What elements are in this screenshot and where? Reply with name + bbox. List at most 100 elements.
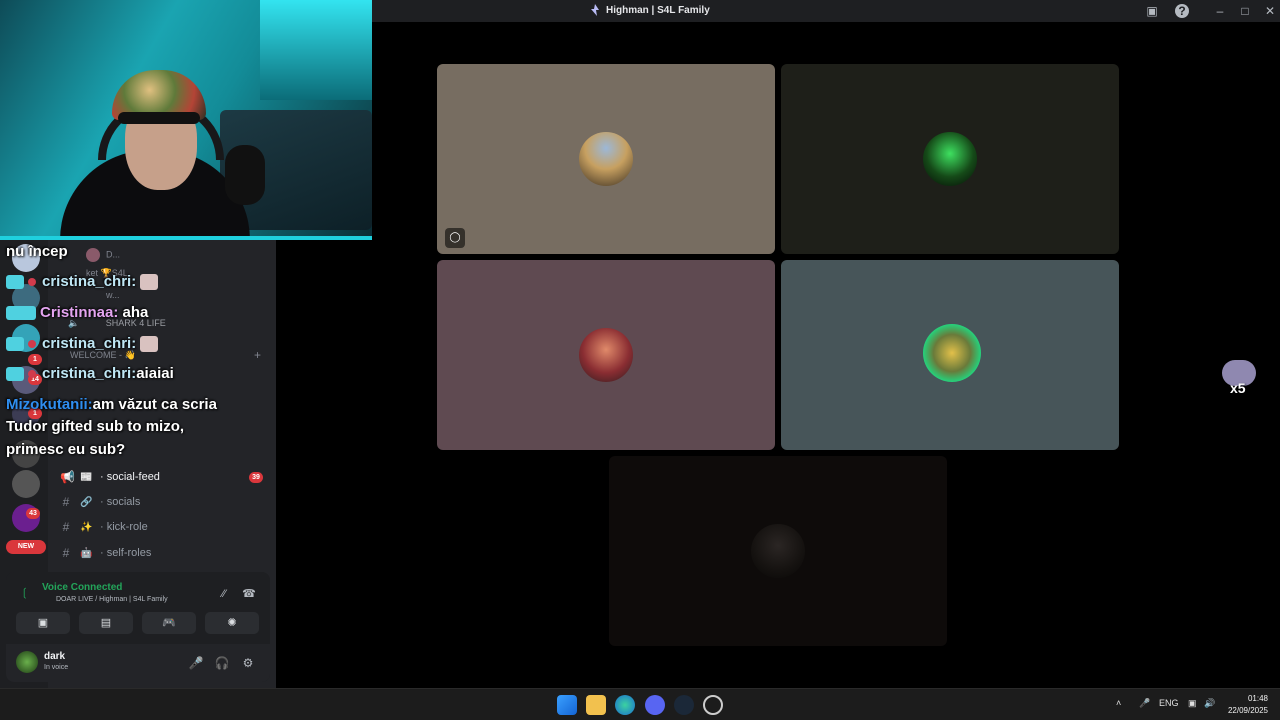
user-status: In voice <box>44 664 69 671</box>
camera-off-icon: ▣ <box>37 617 49 629</box>
voice-location[interactable]: DOAR LIVE / Highman | S4L Family <box>56 596 168 603</box>
server-logo-icon <box>591 4 599 16</box>
participant-avatar <box>923 324 981 382</box>
chat-text: am văzut ca scria <box>92 396 217 413</box>
taskbar: ˄ 🎤 ENG ▣ 🔊 01:48 22/09/2025 <box>0 688 1280 720</box>
subscriber-badge-icon <box>6 275 24 290</box>
voice-user-row[interactable]: D... <box>86 248 120 262</box>
participant-tile[interactable]: ◯ <box>437 64 775 254</box>
camera-off-icon: ◯ <box>445 228 465 248</box>
noise-suppression-icon[interactable]: ⁄⁄ <box>216 586 232 602</box>
window-title-text: Highman | S4L Family <box>606 4 710 16</box>
participant-tile[interactable] <box>437 260 775 450</box>
cap-figure <box>118 112 200 124</box>
user-panel: dark In voice 🎤 🎧 ⚙ <box>6 644 270 682</box>
participant-avatar <box>579 132 633 186</box>
chat-message: Cristinnaa: aha <box>6 304 148 321</box>
microphone-icon[interactable]: 🎤 <box>188 655 204 671</box>
avatar[interactable] <box>16 651 38 673</box>
channel-socials[interactable]: # 🔗 · socials <box>60 492 141 512</box>
minimize-icon[interactable]: – <box>1212 3 1228 19</box>
maximize-icon[interactable]: □ <box>1237 3 1253 19</box>
participant-tile[interactable] <box>781 260 1119 450</box>
channel-label: · social-feed <box>100 471 160 483</box>
volume-icon[interactable]: 🔊 <box>1204 698 1215 709</box>
channel-emoji: 🔗 <box>80 496 93 508</box>
participant-tile[interactable] <box>781 64 1119 254</box>
channel-emoji: ✨ <box>80 521 93 533</box>
webcam-background <box>0 236 372 240</box>
network-icon[interactable]: ▣ <box>1188 698 1197 709</box>
edge-icon[interactable] <box>615 695 635 715</box>
microphone-icon[interactable]: 🎤 <box>1139 698 1150 709</box>
webcam-overlay <box>0 0 372 240</box>
gift-icon <box>28 340 36 349</box>
voice-user-name: D... <box>106 249 121 260</box>
soundboard-button[interactable]: ✺ <box>205 612 259 634</box>
emote-icon <box>140 274 159 291</box>
language-indicator[interactable]: ENG <box>1159 698 1179 708</box>
channel-name: socials <box>106 496 141 508</box>
file-explorer-icon[interactable] <box>586 695 606 715</box>
camera-button[interactable]: ▣ <box>16 612 70 634</box>
chat-text: aiaiai <box>136 365 174 382</box>
help-icon[interactable]: ? <box>1175 4 1189 18</box>
new-badge: NEW <box>6 540 46 554</box>
add-channel-icon[interactable]: + <box>254 348 261 362</box>
channel-self-roles[interactable]: # 🤖 · self-roles <box>60 543 152 563</box>
inbox-icon[interactable]: ▣ <box>1144 3 1160 19</box>
voice-user-row[interactable]: w... <box>106 290 120 300</box>
gift-icon <box>28 278 36 287</box>
chat-text: Tudor gifted sub to mizo, <box>6 418 185 435</box>
subscriber-badge-icon <box>6 337 24 352</box>
clock-date: 22/09/2025 <box>1227 706 1268 715</box>
chat-username: cristina_chri: <box>42 273 137 290</box>
subscriber-badge-icon <box>6 306 36 321</box>
participant-tile[interactable] <box>609 456 947 646</box>
clock[interactable]: 01:48 22/09/2025 <box>1228 693 1268 717</box>
screen: ◯ x5 Highman | S4L Family ▣ ? – □ ✕ 1 14… <box>0 0 1280 720</box>
hash-icon: # <box>62 495 70 509</box>
hash-icon: # <box>62 546 70 560</box>
chat-username: cristina_chri: <box>42 335 137 352</box>
screen-share-button[interactable]: ▤ <box>79 612 133 634</box>
soundboard-icon: ✺ <box>227 617 237 629</box>
voice-status[interactable]: Voice Connected <box>42 582 122 593</box>
chat-message: Tudor gifted sub to mizo, <box>6 418 184 435</box>
activity-button[interactable]: 🎮 <box>142 612 196 634</box>
chat-text: primesc eu sub? <box>6 441 126 458</box>
microphone-figure <box>225 145 265 205</box>
gear-icon[interactable]: ⚙ <box>240 655 256 671</box>
channel-name: social-feed <box>106 471 160 483</box>
windows-start-icon[interactable] <box>557 695 577 715</box>
channel-emoji: 🤖 <box>80 547 93 559</box>
disconnect-icon[interactable]: ☎ <box>241 586 257 602</box>
participant-avatar <box>751 524 805 578</box>
announcement-icon: 📢 <box>60 470 75 484</box>
chat-message: cristina_chri: <box>6 335 159 353</box>
username[interactable]: dark <box>44 651 65 662</box>
headphones-icon[interactable]: 🎧 <box>214 655 230 671</box>
gift-icon <box>28 370 36 379</box>
overflow-count: x5 <box>1230 380 1246 396</box>
channel-name: kick-role <box>106 521 148 533</box>
server-icon[interactable] <box>12 470 40 498</box>
channel-label: · kick-role <box>100 521 148 533</box>
clock-time: 01:48 <box>1247 694 1268 703</box>
chat-message: Mizokutanii:am văzut ca scria <box>6 396 217 413</box>
overflow-participants-badge[interactable]: x5 <box>1222 360 1256 396</box>
chat-message: primesc eu sub? <box>6 441 125 458</box>
voice-user-name: w... <box>106 290 120 300</box>
chevron-up-icon[interactable]: ˄ <box>1116 698 1121 708</box>
participant-avatar <box>923 132 977 186</box>
close-icon[interactable]: ✕ <box>1262 3 1278 19</box>
webcam-background <box>260 0 372 100</box>
app-icon[interactable] <box>703 695 723 715</box>
discord-icon[interactable] <box>645 695 665 715</box>
chat-text: aha <box>122 304 149 321</box>
channel-social-feed[interactable]: 📢 📰 · social-feed <box>60 467 160 487</box>
channel-kick-role[interactable]: # ✨ · kick-role <box>60 517 148 537</box>
channel-name: self-roles <box>106 547 152 559</box>
activity-icon: 🎮 <box>162 617 176 629</box>
steam-icon[interactable] <box>674 695 694 715</box>
